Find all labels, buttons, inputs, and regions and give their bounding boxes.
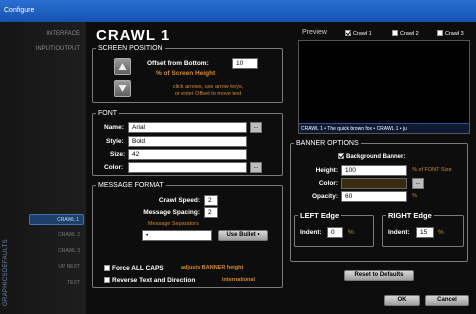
offset-unit: % of Screen Height	[156, 70, 216, 77]
font-name-label: Name:	[104, 124, 124, 131]
preview-crawl-2-checkbox[interactable]	[392, 30, 398, 36]
preview-crawl-2-label: Crawl 2	[400, 31, 419, 37]
font-color-picker-button[interactable]: ...	[250, 162, 262, 173]
page-title: CRAWL 1	[96, 27, 171, 44]
title-bar: Configure	[0, 0, 476, 22]
message-separators-label: Message Separators	[148, 221, 199, 227]
banner-options-legend: BANNER OPTIONS	[296, 140, 359, 147]
preview-crawl-3-checkbox[interactable]	[437, 30, 443, 36]
message-format-legend: MESSAGE FORMAT	[98, 182, 164, 189]
right-indent-label: Indent:	[388, 229, 410, 236]
arrow-down-icon	[118, 85, 127, 92]
message-separator-input[interactable]: •	[142, 230, 212, 241]
subnav-item-up-next[interactable]: UP NEXT	[29, 262, 84, 273]
move-up-button[interactable]	[114, 58, 131, 75]
font-size-label: Size:	[110, 151, 126, 158]
tab-graphics[interactable]: GRAPHICS	[3, 272, 9, 306]
banner-opacity-input[interactable]: 60	[341, 191, 407, 202]
font-style-input[interactable]: Bold	[128, 136, 247, 147]
offset-label: Offset from Bottom:	[147, 60, 209, 67]
font-style-label: Style:	[106, 138, 124, 145]
right-edge-legend: RIGHT Edge	[388, 211, 432, 220]
font-size-input[interactable]: 42	[128, 149, 247, 160]
ok-button[interactable]: OK	[384, 295, 420, 306]
crawl-speed-label: Crawl Speed:	[158, 197, 200, 204]
banner-height-unit: % of FONT Size	[412, 167, 452, 173]
preview-crawl-1-row[interactable]: Crawl 1	[345, 30, 372, 37]
move-down-button[interactable]	[114, 80, 131, 97]
reverse-text-note: international	[222, 277, 256, 283]
message-spacing-label: Message Spacing:	[143, 209, 200, 216]
force-caps-note: adjusts BANNER height	[181, 265, 244, 271]
preview-crawl-1-label: Crawl 1	[353, 31, 372, 37]
background-banner-label: Background Banner:	[346, 154, 406, 160]
reset-defaults-button[interactable]: Reset to Defaults	[344, 270, 414, 281]
banner-color-picker-button[interactable]: ...	[412, 178, 424, 189]
font-name-input[interactable]: Arial	[128, 122, 247, 133]
right-indent-input[interactable]: 15	[416, 227, 434, 238]
window-title: Configure	[4, 7, 35, 14]
font-legend: FONT	[98, 110, 118, 117]
left-indent-input[interactable]: 0	[327, 227, 343, 238]
nav-item-input-output[interactable]: INPUT/OUTPUT	[36, 46, 80, 52]
force-caps-label: Force ALL CAPS	[112, 265, 164, 272]
right-indent-unit: %	[438, 229, 444, 236]
background-banner-row[interactable]: Background Banner:	[338, 153, 405, 160]
crawl-speed-input[interactable]: 2	[204, 195, 218, 206]
preview-crawl-strip: CRAWL 1 • The quick brown fox • CRAWL 1 …	[299, 123, 469, 133]
vertical-tabs: GRAPHICS DEFAULTS	[0, 206, 22, 314]
subnav-item-crawl-2[interactable]: CRAWL 2	[29, 230, 84, 241]
force-caps-row[interactable]: Force ALL CAPS	[104, 265, 164, 272]
banner-opacity-unit: %	[412, 193, 417, 199]
preview-crawl-3-row[interactable]: Crawl 3	[437, 30, 464, 37]
cancel-button[interactable]: Cancel	[425, 295, 469, 306]
subnav-item-crawl-3[interactable]: CRAWL 3	[29, 246, 84, 257]
tab-defaults[interactable]: DEFAULTS	[3, 239, 9, 272]
reverse-text-label: Reverse Text and Direction	[112, 277, 196, 284]
message-spacing-input[interactable]: 2	[204, 207, 218, 218]
banner-opacity-label: Opacity:	[311, 193, 338, 200]
screen-position-legend: SCREEN POSITION	[98, 45, 163, 52]
font-color-label: Color:	[104, 164, 124, 171]
force-caps-checkbox[interactable]	[104, 265, 110, 271]
preview-crawl-2-row[interactable]: Crawl 2	[392, 30, 419, 37]
sidebar: INTERFACE INPUT/OUTPUT GRAPHICS DEFAULTS…	[0, 22, 86, 314]
preview-area: CRAWL 1 • The quick brown fox • CRAWL 1 …	[298, 40, 470, 134]
font-color-field[interactable]	[128, 162, 247, 173]
banner-height-label: Height:	[315, 167, 338, 174]
left-indent-label: Indent:	[300, 229, 322, 236]
preview-label: Preview	[302, 29, 327, 36]
preview-crawl-3-label: Crawl 3	[445, 31, 464, 37]
left-edge-legend: LEFT Edge	[300, 211, 340, 220]
left-indent-unit: %	[348, 229, 354, 236]
preview-crawl-1-checkbox[interactable]	[345, 30, 351, 36]
background-banner-checkbox[interactable]	[338, 153, 344, 159]
offset-input[interactable]: 10	[232, 58, 258, 69]
banner-color-swatch[interactable]	[341, 178, 407, 189]
subnav-item-text[interactable]: TEXT	[29, 278, 84, 289]
nav-item-interface[interactable]: INTERFACE	[46, 31, 80, 37]
reverse-text-row[interactable]: Reverse Text and Direction	[104, 277, 195, 284]
subnav-item-crawl-1[interactable]: CRAWL 1	[29, 214, 84, 225]
reverse-text-checkbox[interactable]	[104, 277, 110, 283]
font-browse-button[interactable]: ...	[250, 122, 262, 133]
banner-color-label: Color:	[318, 180, 338, 187]
arrow-up-icon	[118, 63, 127, 70]
use-bullet-button[interactable]: Use Bullet •	[218, 230, 268, 241]
position-hint: click arrows, use arrow keys, or enter O…	[172, 84, 244, 97]
banner-height-input[interactable]: 100	[341, 165, 407, 176]
